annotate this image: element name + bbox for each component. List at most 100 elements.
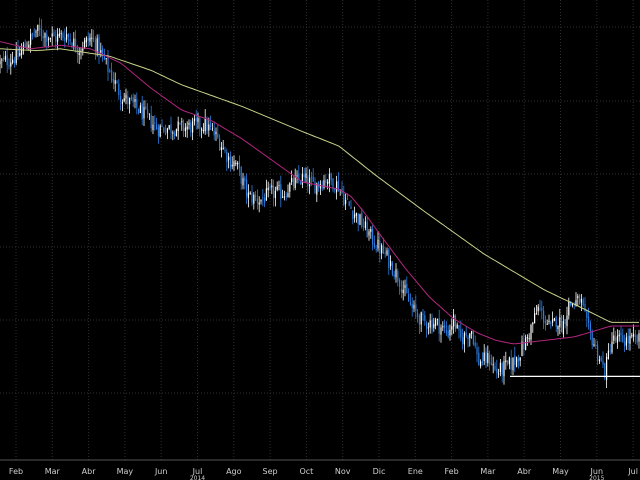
candle-body <box>125 94 127 99</box>
candle-body <box>96 38 98 53</box>
candle-body <box>469 333 471 338</box>
candle-body <box>501 363 503 375</box>
candle-body <box>507 361 509 364</box>
candle-body <box>516 357 518 367</box>
candle-body <box>478 352 480 366</box>
candle-body <box>240 166 242 184</box>
candle-body <box>438 318 440 334</box>
candle-body <box>429 320 431 328</box>
candle-body <box>539 308 541 310</box>
candle-body <box>607 350 609 359</box>
x-tick-label: Abr <box>82 467 97 476</box>
candle-body <box>107 56 109 72</box>
candle-body <box>267 187 269 190</box>
candle-body <box>93 38 95 40</box>
candle-body <box>46 34 48 42</box>
candle-body <box>613 335 615 341</box>
candle-body <box>102 48 104 55</box>
candle-body <box>305 173 307 179</box>
candle-body <box>120 95 122 102</box>
candle-body <box>190 122 192 133</box>
candle-body <box>208 124 210 131</box>
candle-body <box>296 175 298 177</box>
candle-body <box>40 28 42 37</box>
candle-body <box>37 24 39 31</box>
candle-body <box>481 361 483 363</box>
candle-body <box>244 177 246 182</box>
candle-body <box>345 199 347 204</box>
candle-body <box>593 344 595 346</box>
candle-body <box>366 221 368 238</box>
candle-body <box>382 244 384 254</box>
x-tick-label: Feb <box>445 467 459 476</box>
candle-body <box>109 70 111 72</box>
candle-body <box>624 341 626 347</box>
candle-body <box>460 329 462 338</box>
candle-body <box>264 197 266 203</box>
candle-body <box>307 175 309 187</box>
candle-body <box>271 185 273 188</box>
candle-body <box>237 162 239 165</box>
candle-body <box>449 329 451 336</box>
candle-body <box>633 333 635 337</box>
candle-body <box>127 96 129 104</box>
candle-body <box>472 331 474 345</box>
candle-body <box>467 337 469 340</box>
candle-body <box>233 161 235 167</box>
candle-body <box>24 43 26 48</box>
candle-body <box>310 176 312 178</box>
candle-body <box>141 103 143 120</box>
candle-body <box>462 337 464 345</box>
year-label: 2015 <box>589 475 604 480</box>
candle-body <box>31 32 33 35</box>
candle-body <box>211 128 213 130</box>
candle-body <box>638 333 640 342</box>
candle-body <box>352 210 354 219</box>
candle-body <box>274 190 276 199</box>
candle-body <box>273 186 275 198</box>
candle-body <box>150 115 152 129</box>
x-tick-label: Nov <box>335 467 351 476</box>
candle-body <box>577 296 579 299</box>
candle-body <box>454 315 456 329</box>
candle-body <box>192 121 194 133</box>
candle-body <box>201 128 203 131</box>
candle-body <box>544 321 546 324</box>
candle-body <box>588 316 590 323</box>
candle-body <box>255 195 257 198</box>
candle-body <box>265 188 267 201</box>
candle-body <box>181 121 183 123</box>
candle-body <box>132 97 134 103</box>
candle-body <box>0 60 1 65</box>
candle-body <box>343 193 345 205</box>
candle-body <box>415 304 417 312</box>
candle-body <box>402 289 404 294</box>
candle-body <box>111 70 113 81</box>
candle-body <box>616 335 618 343</box>
candle-body <box>381 245 383 254</box>
x-tick-label: Mar <box>480 467 496 476</box>
candle-body <box>258 202 260 205</box>
candle-body <box>453 314 455 327</box>
candle-body <box>406 283 408 294</box>
candle-body <box>247 192 249 199</box>
candle-body <box>105 58 107 60</box>
candle-body <box>591 331 593 345</box>
candle-body <box>595 344 597 346</box>
x-tick-label: Ene <box>408 467 423 476</box>
candle-body <box>543 310 545 323</box>
x-tick-label: May <box>117 467 134 476</box>
candle-body <box>94 39 96 51</box>
candle-body <box>292 178 294 187</box>
candle-body <box>386 250 388 255</box>
candle-body <box>183 122 185 131</box>
candle-body <box>471 330 473 334</box>
candle-body <box>156 124 158 130</box>
candle-body <box>336 181 338 193</box>
candle-body <box>276 186 278 190</box>
candle-body <box>48 38 50 41</box>
candle-body <box>226 151 228 162</box>
candle-body <box>228 156 230 161</box>
x-tick-label: Oct <box>299 467 313 476</box>
candle-body <box>532 322 534 325</box>
